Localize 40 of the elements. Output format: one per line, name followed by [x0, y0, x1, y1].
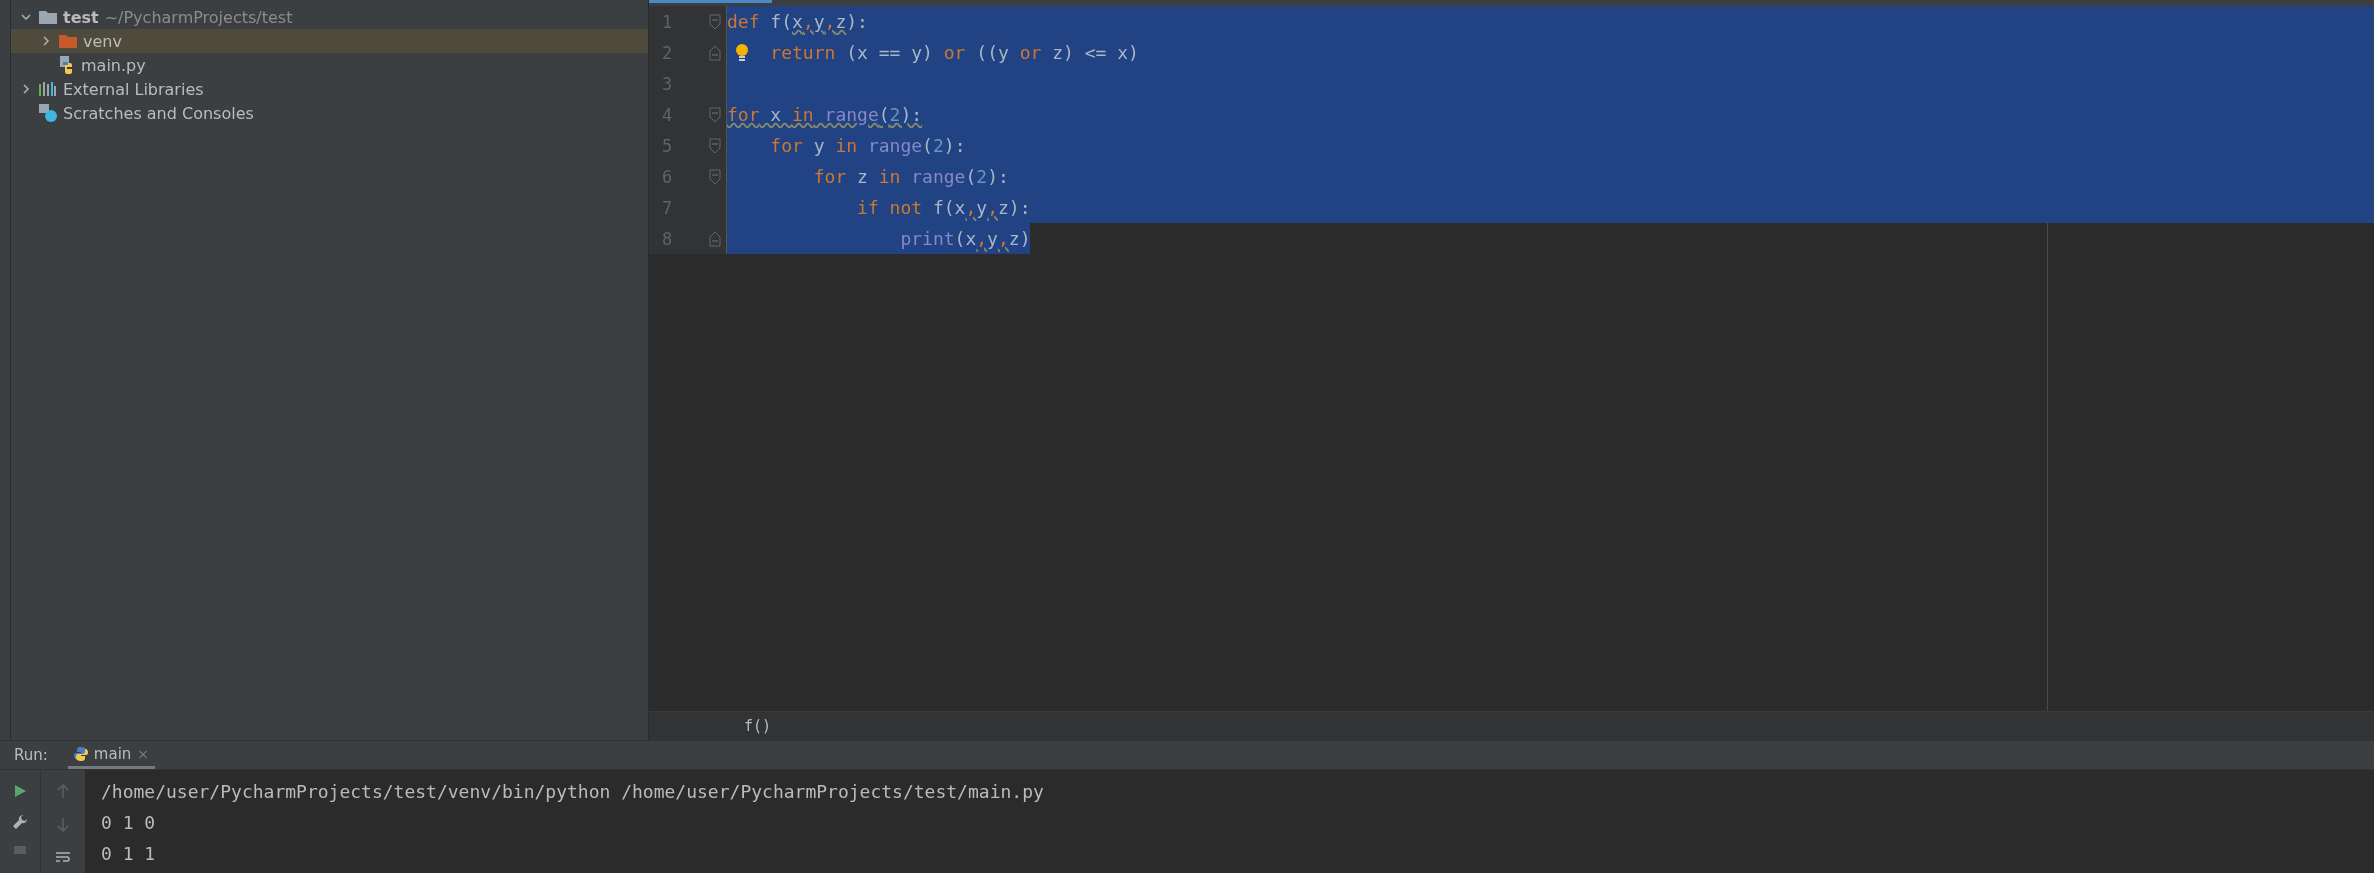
run-tab[interactable]: main ×	[67, 741, 156, 769]
tree-item[interactable]: Scratches and Consoles	[11, 101, 648, 125]
code-line: return (x == y) or ((y or z) <= x)	[770, 42, 1139, 63]
code-line: for x in range(2):	[727, 104, 923, 125]
library-icon	[39, 82, 57, 96]
run-icon[interactable]	[13, 784, 27, 798]
breadcrumb[interactable]: f()	[744, 717, 772, 735]
tree-item[interactable]: main.py	[11, 53, 648, 77]
fold-icon[interactable]	[709, 168, 721, 185]
fold-icon[interactable]	[709, 137, 721, 154]
chevron-right-icon[interactable]	[20, 83, 32, 95]
python-file-icon	[59, 56, 75, 74]
console-output-line: /home/user/PycharmProjects/test/venv/bin/python /home/user/PycharmProjects/test/main.py	[101, 780, 1044, 804]
chevron-right-icon[interactable]	[40, 35, 52, 47]
tree-item[interactable]: test ~/PycharmProjects/test	[11, 5, 648, 29]
code-line: def f(x,y,z):	[727, 11, 868, 32]
code-line: for y in range(2):	[770, 135, 966, 156]
folder-icon	[39, 10, 57, 24]
folder-icon	[59, 34, 77, 48]
arrow-up-icon[interactable]	[57, 784, 69, 798]
fold-icon[interactable]	[709, 106, 721, 123]
code-line: for z in range(2):	[813, 166, 1009, 187]
python-icon	[73, 746, 88, 761]
scratch-icon	[39, 104, 57, 122]
chevron-down-icon[interactable]	[20, 11, 32, 23]
tab-label: main	[93, 744, 132, 763]
lightbulb-icon[interactable]	[735, 43, 749, 61]
tree-item[interactable]: External Libraries	[11, 77, 648, 101]
arrow-down-icon[interactable]	[57, 818, 69, 832]
console-output-line: 0 1 1	[101, 842, 157, 866]
fold-icon[interactable]	[709, 13, 721, 30]
code-line: if not f(x,y,z):	[857, 197, 1031, 218]
fold-icon[interactable]	[709, 44, 721, 61]
code-line: print(x,y,z)	[900, 228, 1031, 249]
soft-wrap-icon[interactable]	[55, 852, 71, 862]
console-output-line: 0 1 0	[101, 811, 157, 835]
wrench-icon[interactable]	[12, 814, 28, 830]
fold-icon[interactable]	[709, 230, 721, 247]
tree-item[interactable]: venv	[11, 29, 648, 53]
run-label: Run:	[14, 746, 48, 764]
